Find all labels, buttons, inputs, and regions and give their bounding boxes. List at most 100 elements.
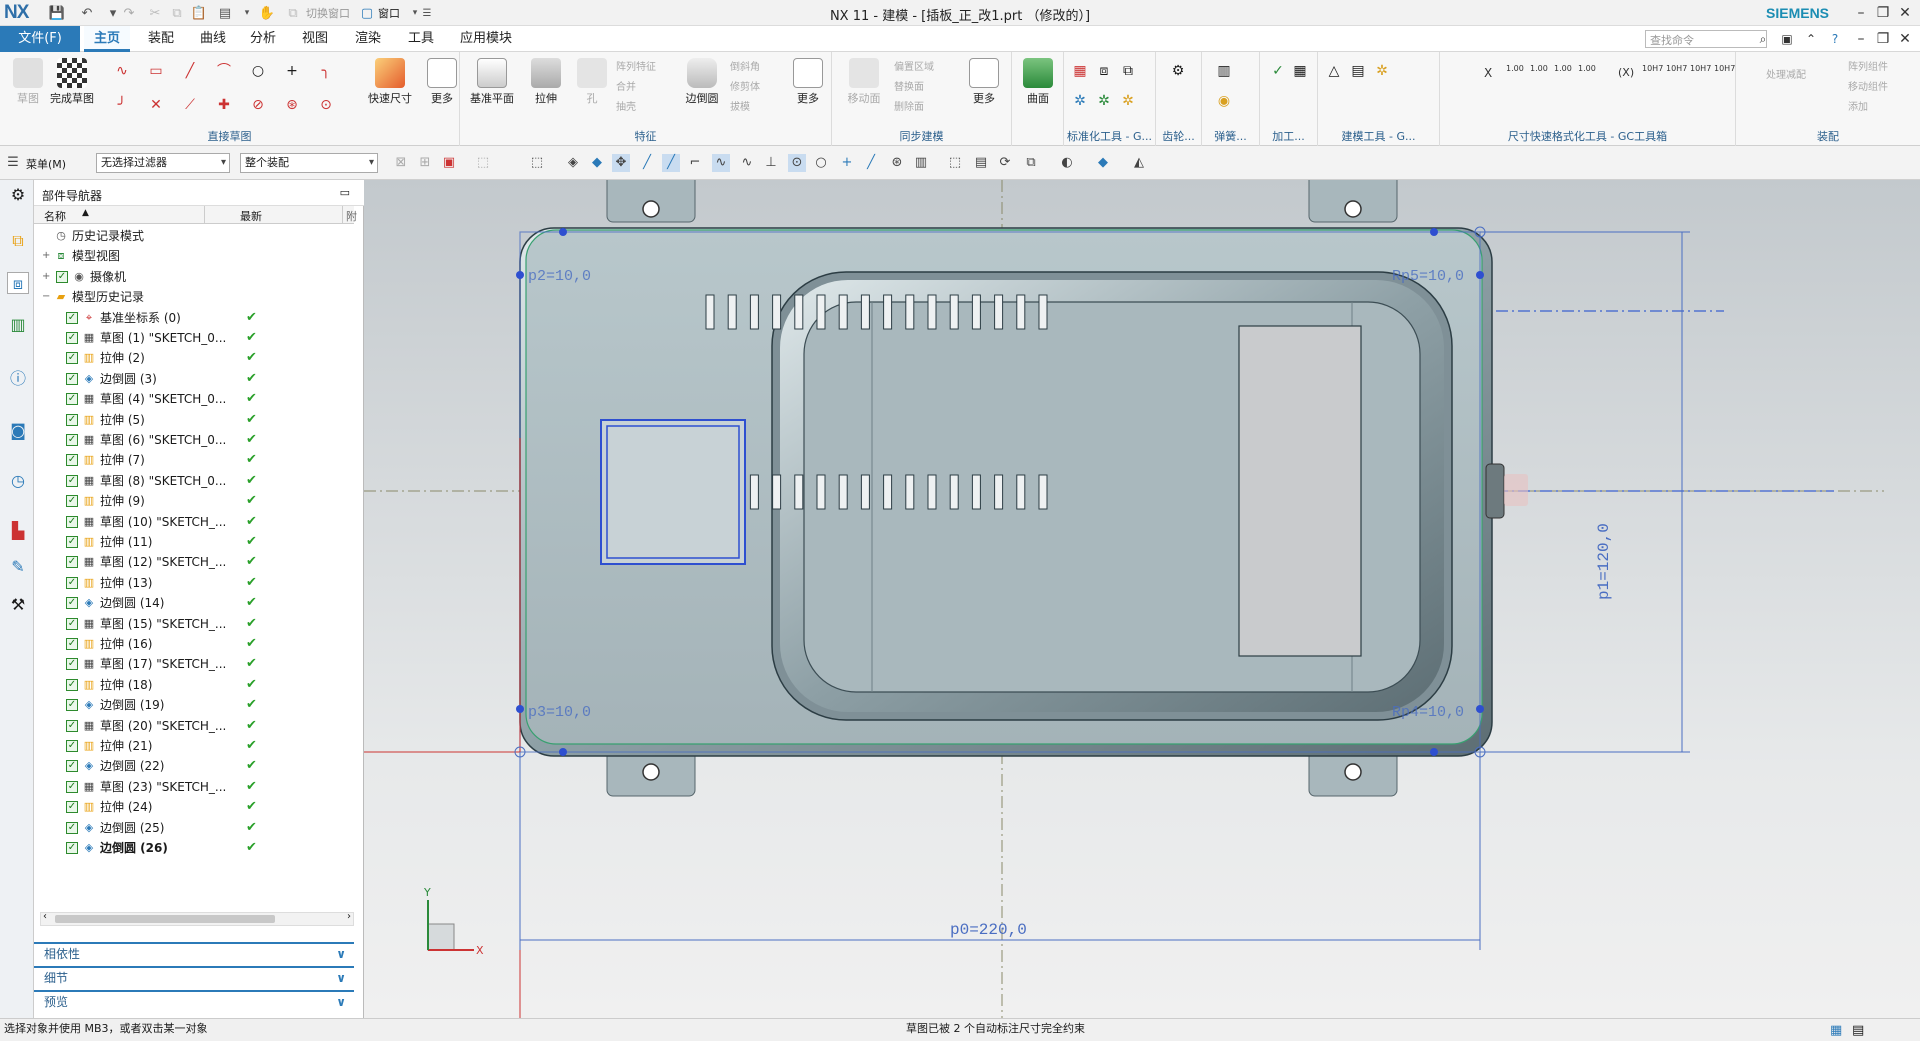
snap-curve-icon[interactable]: ⌐ xyxy=(686,154,704,172)
dim-format-tag[interactable]: 10H7 xyxy=(1666,64,1687,73)
tree-row[interactable]: ✓ ▦ 草图 (20) "SKETCH_... ✔ xyxy=(34,716,354,736)
dim-top-right-label[interactable]: Rp5=10,0 xyxy=(1392,268,1464,285)
unite-button[interactable]: 合并 xyxy=(616,78,636,93)
corner-icon[interactable]: ✚ xyxy=(214,96,234,114)
column-extra[interactable]: 附 xyxy=(346,208,357,224)
tree-row[interactable]: ✓ ▥ 拉伸 (2) ✔ xyxy=(34,348,354,368)
tree-row[interactable]: ◷ 历史记录模式 xyxy=(34,226,354,246)
machining-icon[interactable]: ✓ xyxy=(1268,62,1288,80)
visibility-checkbox[interactable]: ✓ xyxy=(66,740,78,752)
visibility-checkbox[interactable]: ✓ xyxy=(66,311,78,324)
tree-row[interactable]: ✓ ▦ 草图 (6) "SKETCH_0... ✔ xyxy=(34,430,354,450)
visibility-checkbox[interactable]: ✓ xyxy=(66,474,78,487)
filter-icon[interactable]: ⊠ xyxy=(392,154,410,172)
visibility-checkbox[interactable]: ✓ xyxy=(66,576,78,589)
graphics-window[interactable]: p1=120,0 p0=220,0 p2=10,0 Rp5=10,0 p3=10… xyxy=(364,180,1920,1018)
window-menu[interactable]: 窗口 xyxy=(378,5,400,21)
dim-format-tag[interactable]: 1.00 xyxy=(1554,64,1572,73)
tree-row[interactable]: ✓ ◈ 边倒圆 (22) ✔ xyxy=(34,756,354,776)
dim-format-tag[interactable]: 10H7 xyxy=(1714,64,1735,73)
tree-row[interactable]: ✓ ◈ 边倒圆 (25) ✔ xyxy=(34,818,354,838)
render-style-icon[interactable]: ◆ xyxy=(1094,154,1112,172)
snap-line-icon[interactable]: ╱ xyxy=(862,154,880,172)
tree-row[interactable]: + ⧈ 模型视图 xyxy=(34,246,354,266)
gc-tool-icon[interactable]: ✲ xyxy=(1094,92,1114,110)
roles-icon[interactable]: ⚒ xyxy=(7,594,29,616)
select-region-icon[interactable]: ⬚ xyxy=(528,154,546,172)
machining-icon[interactable]: ▦ xyxy=(1290,62,1310,80)
undo-icon[interactable]: ↶ xyxy=(78,4,96,22)
visibility-checkbox[interactable]: ✓ xyxy=(66,352,78,365)
visibility-checkbox[interactable]: ✓ xyxy=(66,842,78,854)
view-icon[interactable]: ⬚ xyxy=(946,154,964,172)
tree-row[interactable]: ✓ ▦ 草图 (15) "SKETCH_... ✔ xyxy=(34,614,354,634)
doc-close-button[interactable]: ✕ xyxy=(1894,29,1916,49)
restore-button[interactable]: ❐ xyxy=(1872,3,1894,23)
sketch-more-button[interactable]: 更多 xyxy=(420,56,464,116)
tree-row[interactable]: ✓ ◈ 边倒圆 (14) ✔ xyxy=(34,593,354,613)
visibility-checkbox[interactable]: ✓ xyxy=(66,801,78,814)
dependencies-panel[interactable]: 相依性 ∨ xyxy=(34,942,354,964)
expand-icon[interactable]: − xyxy=(42,287,50,307)
visibility-checkbox[interactable]: ✓ xyxy=(66,434,78,446)
part-navigator-icon[interactable]: ⧈ xyxy=(7,272,29,294)
expand-icon[interactable]: + xyxy=(42,267,50,287)
filter-icon[interactable]: ⊞ xyxy=(416,154,434,172)
switch-window-button[interactable]: 切换窗口 xyxy=(306,5,350,21)
arc-icon[interactable]: ⌒ xyxy=(214,62,234,80)
pattern-component-button[interactable]: 阵列组件 xyxy=(1848,58,1888,73)
render-style-icon[interactable]: ◐ xyxy=(1058,154,1076,172)
select-icon[interactable]: ⬚ xyxy=(474,154,492,172)
dim-format-tag[interactable]: 1.00 xyxy=(1578,64,1596,73)
paste-icon[interactable]: 📋 xyxy=(190,4,208,22)
snap-icon[interactable]: ⊛ xyxy=(888,154,906,172)
edge-blend-button[interactable]: 边倒圆 xyxy=(680,56,724,116)
trim-icon[interactable]: ✕ xyxy=(146,96,166,114)
window-icon[interactable]: ▢ xyxy=(358,4,376,22)
tree-row[interactable]: ✓ ▥ 拉伸 (11) ✔ xyxy=(34,532,354,552)
snap-line-icon[interactable]: ╱ xyxy=(662,154,680,172)
column-latest[interactable]: 最新 xyxy=(240,208,262,224)
tree-row[interactable]: ✓ ▦ 草图 (17) "SKETCH_... ✔ xyxy=(34,654,354,674)
finish-sketch-button[interactable]: 完成草图 xyxy=(50,56,94,116)
line-icon[interactable]: ╱ xyxy=(180,62,200,80)
tree-row[interactable]: ✓ ▥ 拉伸 (24) ✔ xyxy=(34,797,354,817)
gc-tool-icon[interactable]: ✲ xyxy=(1118,92,1138,110)
sketch-button[interactable]: 草图 xyxy=(6,56,50,116)
tree-row[interactable]: ✓ ▦ 草图 (8) "SKETCH_0... ✔ xyxy=(34,471,354,491)
spring-icon[interactable]: ◉ xyxy=(1214,92,1234,110)
process-studio-icon[interactable]: ✎ xyxy=(7,556,29,578)
status-icon[interactable]: ▤ xyxy=(1852,1021,1864,1041)
horizontal-scrollbar[interactable]: ‹ › xyxy=(40,911,354,926)
tab-curve[interactable]: 曲线 xyxy=(190,26,236,52)
file-menu-button[interactable]: 文件(F) xyxy=(0,26,80,52)
selection-scope-dropdown[interactable]: 整个装配 xyxy=(240,153,378,173)
fillet-icon[interactable]: ╮ xyxy=(316,62,336,80)
select-body-icon[interactable]: ◆ xyxy=(588,154,606,172)
visibility-checkbox[interactable]: ✓ xyxy=(66,495,78,508)
shell-button[interactable]: 抽壳 xyxy=(616,98,636,113)
replace-face-button[interactable]: 替换面 xyxy=(894,78,924,93)
tab-render[interactable]: 渲染 xyxy=(345,26,391,52)
datum-plane-button[interactable]: 基准平面 xyxy=(470,56,514,116)
visibility-checkbox[interactable]: ✓ xyxy=(56,270,68,283)
tree-row[interactable]: ✓ ▦ 草图 (12) "SKETCH_... ✔ xyxy=(34,552,354,572)
modeling-tool-icon[interactable]: ✲ xyxy=(1372,62,1392,80)
mirror-icon[interactable]: ⊛ xyxy=(282,96,302,114)
tab-tools[interactable]: 工具 xyxy=(398,26,444,52)
scroll-thumb[interactable] xyxy=(55,915,275,923)
gc-tool-icon[interactable]: ✲ xyxy=(1070,92,1090,110)
tree-row[interactable]: ✓ ▦ 草图 (1) "SKETCH_0... ✔ xyxy=(34,328,354,348)
rectangle-icon[interactable]: ▭ xyxy=(146,62,166,80)
model-view[interactable]: p1=120,0 p0=220,0 p2=10,0 Rp5=10,0 p3=10… xyxy=(364,180,1920,1018)
settings-icon[interactable]: ⚙ xyxy=(7,184,29,206)
tree-row[interactable]: ✓ ▥ 拉伸 (21) ✔ xyxy=(34,736,354,756)
column-name[interactable]: 名称 xyxy=(44,208,66,224)
dim-format-tag[interactable]: 1.00 xyxy=(1506,64,1524,73)
dim-bottom-right-label[interactable]: Rp4=10,0 xyxy=(1392,704,1464,721)
save-icon[interactable]: 💾 xyxy=(48,4,66,22)
surface-button[interactable]: 曲面 xyxy=(1016,56,1060,116)
status-icon[interactable]: ▦ xyxy=(1830,1021,1842,1041)
draft-button[interactable]: 拔模 xyxy=(730,98,750,113)
assembly-navigator-icon[interactable]: ⧉ xyxy=(7,230,29,252)
